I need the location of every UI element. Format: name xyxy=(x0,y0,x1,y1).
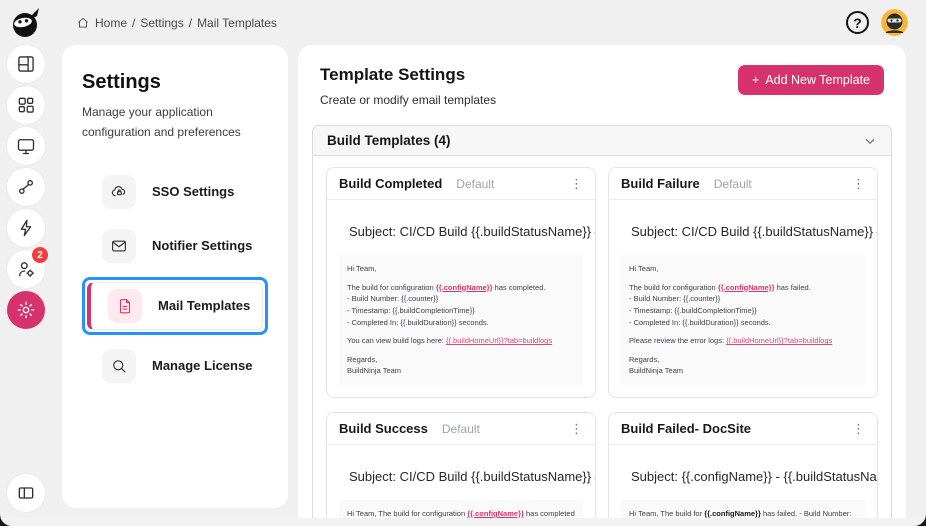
home-icon xyxy=(78,17,88,28)
dashboard-layout-icon[interactable] xyxy=(7,45,45,83)
template-card: Build Failed- DocSite ⋮ Subject: {{.conf… xyxy=(608,412,878,526)
mail-icon xyxy=(102,228,136,263)
breadcrumb-settings[interactable]: Settings xyxy=(140,16,183,30)
template-title: Build Failure xyxy=(621,176,700,191)
notification-badge: 2 xyxy=(32,247,48,263)
sidebar-item-label: Notifier Settings xyxy=(152,238,253,254)
page-title: Template Settings xyxy=(320,65,466,84)
default-badge: Default xyxy=(713,176,752,191)
template-subject: Subject: CI/CD Build {{.buildStatusName}… xyxy=(349,224,595,239)
default-badge: Default xyxy=(456,176,495,191)
build-templates-accordion[interactable]: Build Templates (4) xyxy=(312,125,892,156)
chevron-down-icon xyxy=(865,138,875,144)
template-card: Build Completed Default ⋮ Subject: CI/CD… xyxy=(326,167,596,398)
monitor-icon[interactable] xyxy=(7,127,45,165)
sidebar-item-mail-templates[interactable]: Mail Templates xyxy=(87,281,263,330)
add-new-template-button[interactable]: + Add New Template xyxy=(738,65,884,95)
user-avatar[interactable] xyxy=(881,9,908,36)
settings-gear-icon[interactable] xyxy=(7,291,45,329)
sidebar-item-notifier-settings[interactable]: Notifier Settings xyxy=(82,223,268,269)
template-body: Hi Team, The build for configuration {{.c… xyxy=(339,255,583,385)
icon-rail: 2 xyxy=(0,0,52,526)
page-subtitle: Create or modify email templates xyxy=(320,93,497,107)
help-icon[interactable]: ? xyxy=(846,11,869,34)
settings-nav-list: SSO Settings Notifier Settings Mail Temp… xyxy=(82,169,268,389)
sidebar-item-manage-license[interactable]: Manage License xyxy=(82,343,268,389)
sidebar-item-label: Manage License xyxy=(152,358,253,374)
user-settings-icon[interactable]: 2 xyxy=(7,247,48,288)
template-card: Build Failure Default ⋮ Subject: CI/CD B… xyxy=(608,167,878,398)
template-title: Build Failed- DocSite xyxy=(621,421,752,436)
window-bottom-edge xyxy=(0,518,926,526)
apps-grid-icon[interactable] xyxy=(7,86,45,124)
template-card: Build Success Default ⋮ Subject: CI/CD B… xyxy=(326,412,596,526)
breadcrumb-separator: / xyxy=(188,15,193,30)
template-subject: Subject: CI/CD Build {{.buildStatusName}… xyxy=(349,469,595,484)
template-settings-panel: Template Settings Create or modify email… xyxy=(298,45,906,526)
settings-subtitle: Manage your application configuration an… xyxy=(82,105,241,140)
git-branch-icon[interactable] xyxy=(7,168,45,206)
search-icon xyxy=(102,348,136,383)
settings-title: Settings xyxy=(82,71,161,93)
plus-icon: + xyxy=(752,73,760,87)
kebab-menu-icon[interactable]: ⋮ xyxy=(570,422,583,435)
breadcrumb-mail-templates[interactable]: Mail Templates xyxy=(197,16,277,30)
sidebar-item-label: Mail Templates xyxy=(158,298,251,314)
breadcrumb-home[interactable]: Home xyxy=(95,16,127,30)
sidebar-item-sso-settings[interactable]: SSO Settings xyxy=(82,169,268,215)
template-title: Build Success xyxy=(339,421,428,436)
lightning-bolt-icon[interactable] xyxy=(7,209,45,247)
settings-panel: Settings Manage your application configu… xyxy=(62,45,288,508)
template-title: Build Completed xyxy=(339,176,443,191)
template-subject: Subject: CI/CD Build {{.buildStatusName}… xyxy=(631,224,877,239)
breadcrumb: Home / Settings / Mail Templates xyxy=(76,16,277,30)
collapse-sidebar-icon[interactable] xyxy=(7,474,45,512)
breadcrumb-separator: / xyxy=(132,15,136,30)
kebab-menu-icon[interactable]: ⋮ xyxy=(852,177,865,190)
kebab-menu-icon[interactable]: ⋮ xyxy=(852,422,865,435)
default-badge: Default xyxy=(441,421,480,436)
template-subject: Subject: {{.configName}} - {{.buildStatu… xyxy=(631,469,877,484)
sidebar-item-label: SSO Settings xyxy=(152,184,235,200)
file-template-icon xyxy=(108,288,142,323)
kebab-menu-icon[interactable]: ⋮ xyxy=(570,177,583,190)
template-body: Hi Team, The build for configuration {{.c… xyxy=(621,255,865,385)
template-grid: Build Completed Default ⋮ Subject: CI/CD… xyxy=(312,156,892,526)
app-window: 2 Home / Settings / Mail Templates ? Set… xyxy=(0,0,926,526)
top-bar: Home / Settings / Mail Templates ? xyxy=(52,0,926,45)
app-logo-icon[interactable] xyxy=(8,6,44,42)
cloud-lock-icon xyxy=(102,174,136,209)
annotation-highlight: Mail Templates xyxy=(82,276,268,335)
accordion-label: Build Templates (4) xyxy=(327,133,451,148)
